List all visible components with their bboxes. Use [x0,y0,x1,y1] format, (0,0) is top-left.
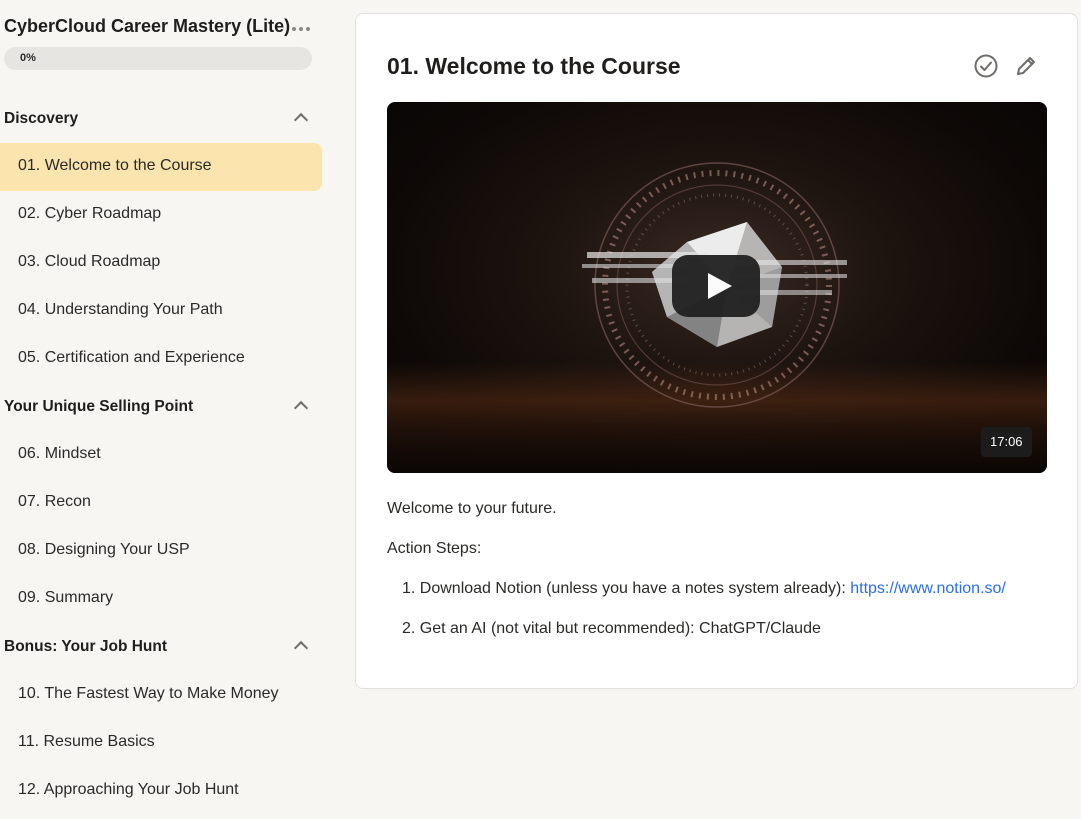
action-step-1: 1. Download Notion (unless you have a no… [402,580,1006,598]
course-progress-bar: 0% [4,47,312,70]
lesson-label: 01. Welcome to the Course [18,157,212,174]
lesson-item-09[interactable]: 09. Summary [0,575,322,623]
check-circle-icon[interactable] [974,54,998,78]
lesson-item-05[interactable]: 05. Certification and Experience [0,335,322,383]
section-title: Discovery [4,110,79,127]
lesson-item-03[interactable]: 03. Cloud Roadmap [0,239,322,287]
lesson-label: 10. The Fastest Way to Make Money [18,685,279,702]
more-options-icon[interactable] [292,26,312,32]
video-player[interactable]: 17:06 [387,102,1047,473]
section-header-discovery[interactable]: Discovery [4,107,316,131]
video-duration: 17:06 [981,427,1032,457]
section-title: Your Unique Selling Point [4,398,194,415]
lesson-item-02[interactable]: 02. Cyber Roadmap [0,191,322,239]
lesson-label: 07. Recon [18,493,91,510]
lesson-item-08[interactable]: 08. Designing Your USP [0,527,322,575]
lesson-label: 04. Understanding Your Path [18,301,223,318]
play-icon[interactable] [672,255,760,317]
chevron-up-icon[interactable] [293,112,309,128]
chevron-up-icon[interactable] [293,640,309,656]
section-title: Bonus: Your Job Hunt [4,638,168,655]
lesson-label: 02. Cyber Roadmap [18,205,162,222]
lesson-item-12[interactable]: 12. Approaching Your Job Hunt [0,767,322,815]
pencil-icon[interactable] [1014,54,1038,78]
lesson-item-01[interactable]: 01. Welcome to the Course [0,143,322,191]
lesson-item-10[interactable]: 10. The Fastest Way to Make Money [0,671,322,719]
lesson-label: 05. Certification and Experience [18,349,245,366]
lesson-label: 08. Designing Your USP [18,541,190,558]
lesson-content-card: 01. Welcome to the Course 17:06 Welcome … [355,13,1078,689]
progress-label: 0% [20,52,36,64]
chevron-up-icon[interactable] [293,400,309,416]
lesson-item-06[interactable]: 06. Mindset [0,431,322,479]
lesson-label: 11. Resume Basics [18,733,155,750]
lesson-item-07[interactable]: 07. Recon [0,479,322,527]
lesson-item-04[interactable]: 04. Understanding Your Path [0,287,322,335]
lesson-item-11[interactable]: 11. Resume Basics [0,719,322,767]
action-step-2: 2. Get an AI (not vital but recommended)… [402,620,821,637]
lesson-label: 12. Approaching Your Job Hunt [18,781,239,798]
lesson-intro: Welcome to your future. [387,500,557,517]
section-header-usp[interactable]: Your Unique Selling Point [4,395,316,419]
lesson-label: 06. Mindset [18,445,101,462]
lesson-label: 03. Cloud Roadmap [18,253,161,270]
lesson-title: 01. Welcome to the Course [387,53,681,79]
action-steps-heading: Action Steps: [387,540,482,557]
action-step-1-text: 1. Download Notion (unless you have a no… [402,580,851,597]
lesson-label: 09. Summary [18,589,114,606]
course-sidebar: CyberCloud Career Mastery (Lite) 0% Disc… [0,0,330,819]
section-header-job-hunt[interactable]: Bonus: Your Job Hunt [4,635,316,659]
course-header: CyberCloud Career Mastery (Lite) [4,14,316,40]
course-title: CyberCloud Career Mastery (Lite) [4,16,291,36]
notion-link[interactable]: https://www.notion.so/ [850,580,1006,597]
